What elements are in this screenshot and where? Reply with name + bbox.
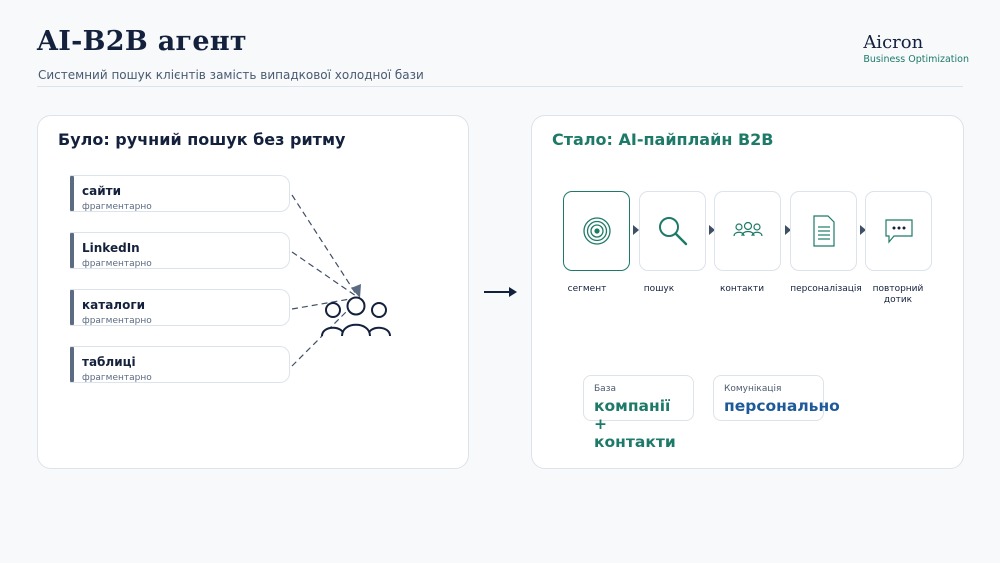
source-label: сайти	[82, 184, 121, 198]
connector-line	[291, 194, 357, 295]
source-accent-bar	[70, 176, 74, 211]
source-label: каталоги	[82, 298, 146, 312]
magnifier-icon	[658, 217, 687, 246]
document-icon	[812, 215, 835, 247]
header-divider	[37, 86, 963, 87]
stat-card-communication: Комунікація персонально	[713, 375, 840, 421]
source-card-catalogs: каталоги фрагментарно	[70, 289, 290, 326]
before-panel: Було: ручний пошук без ритму сайти фрагм…	[37, 115, 469, 469]
source-note: фрагментарно	[82, 259, 152, 269]
step-label: персоналізація	[790, 284, 862, 294]
step-label: контакти	[719, 284, 765, 294]
after-panel: Стало: AI-пайплайн B2B сегмент пошук кон…	[531, 115, 964, 469]
stat-value: компанії + контакти	[594, 397, 676, 451]
page-title: AI-B2B агент	[37, 26, 247, 57]
source-card-tables: таблиці фрагментарно	[70, 346, 290, 383]
target-icon	[582, 217, 611, 245]
source-note: фрагментарно	[82, 202, 152, 212]
connector-line	[291, 251, 357, 297]
stat-card-base: База компанії + контакти	[583, 375, 694, 451]
brand-tagline: Business Optimization	[863, 54, 969, 65]
source-accent-bar	[70, 347, 74, 382]
pipeline-step-personalization	[790, 191, 857, 271]
page-subtitle: Системний пошук клієнтів замість випадко…	[38, 68, 424, 82]
pipeline-step-followup	[865, 191, 932, 271]
transition-arrow-icon	[484, 287, 517, 297]
source-note: фрагментарно	[82, 373, 152, 383]
source-card-sites: сайти фрагментарно	[70, 175, 290, 212]
pipeline-step-segment	[563, 191, 630, 271]
step-label: сегмент	[567, 284, 607, 294]
source-label: LinkedIn	[82, 241, 140, 255]
source-accent-bar	[70, 290, 74, 325]
source-accent-bar	[70, 233, 74, 268]
stat-value: персонально	[724, 397, 840, 415]
source-note: фрагментарно	[82, 316, 152, 326]
people-group-icon	[321, 296, 391, 337]
brand-logo: Aicron Business Optimization	[863, 32, 969, 65]
stat-label: Комунікація	[724, 384, 782, 394]
brand-name: Aicron	[863, 32, 924, 53]
source-label: таблиці	[82, 355, 136, 369]
stat-label: База	[594, 384, 616, 394]
people-icon	[732, 221, 763, 237]
chat-bubble-icon	[884, 219, 913, 244]
after-panel-title: Стало: AI-пайплайн B2B	[552, 130, 774, 149]
pipeline-step-search	[639, 191, 706, 271]
step-label: повторний дотик	[872, 284, 924, 305]
step-label: пошук	[643, 284, 675, 294]
source-card-linkedin: LinkedIn фрагментарно	[70, 232, 290, 269]
pipeline-step-contacts	[714, 191, 781, 271]
